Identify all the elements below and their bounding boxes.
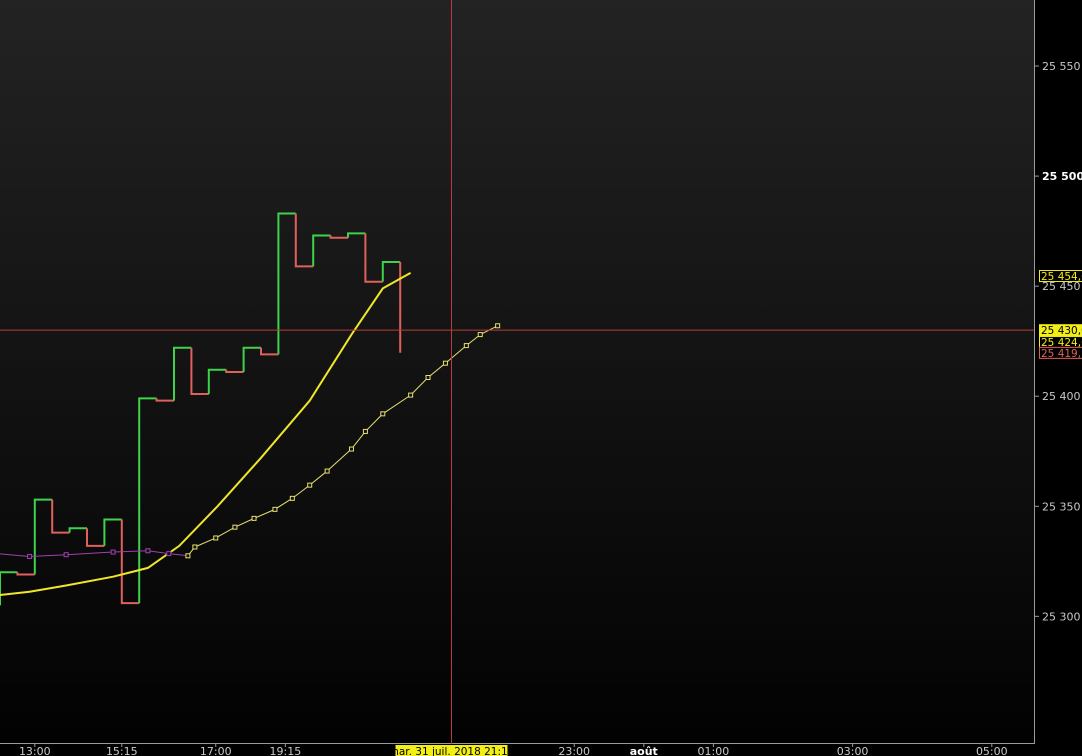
x-axis-background <box>0 744 1082 756</box>
ma-marker-point <box>362 428 368 434</box>
ma-marker-point <box>408 392 414 398</box>
x-tick-label: août <box>630 745 658 756</box>
price-label: 25 454,6 <box>1039 270 1082 283</box>
price-chart[interactable]: 25 30025 35025 40025 45025 50025 550 12:… <box>0 0 1082 756</box>
plot-background <box>0 0 1034 744</box>
price-label-text: 25 454,6 <box>1041 271 1082 283</box>
crosshair-date-label-text: mar. 31 juil. 2018 21:15 <box>389 746 515 756</box>
x-tick-label: 05:00 <box>976 745 1008 756</box>
price-label: 25 430,0 <box>1039 324 1082 337</box>
x-tick-label: 19:15 <box>270 745 302 756</box>
ma-marker-point <box>495 323 501 329</box>
ma-marker-point <box>192 544 198 550</box>
ma-marker-point <box>63 552 69 558</box>
ma-marker-point <box>232 524 238 530</box>
x-tick-label: 13:00 <box>19 745 51 756</box>
ma-marker-point <box>110 549 116 555</box>
y-axis-background <box>1034 0 1082 756</box>
ma-marker-point <box>166 551 172 557</box>
y-tick-label: 25 350 <box>1042 500 1081 513</box>
ma-marker-point <box>145 548 151 554</box>
x-tick-label: 01:00 <box>698 745 730 756</box>
ma-marker-point <box>27 553 33 559</box>
ma-marker-point <box>463 343 469 349</box>
crosshair-date-label: mar. 31 juil. 2018 21:15 <box>389 745 515 756</box>
price-label: 25 419,7 <box>1039 346 1082 360</box>
ma-marker-point <box>213 535 219 541</box>
ma-marker-point <box>324 468 330 474</box>
x-tick-label: 03:00 <box>837 745 869 756</box>
ma-marker-point <box>477 332 483 338</box>
y-tick-label: 25 500 <box>1042 170 1082 183</box>
ma-marker-point <box>289 495 295 501</box>
ma-marker-point <box>272 506 278 512</box>
ma-marker-point <box>442 360 448 366</box>
y-tick-label: 25 300 <box>1042 610 1081 623</box>
ma-marker-point <box>348 446 354 452</box>
x-tick-label: 15:15 <box>106 745 138 756</box>
ma-marker-point <box>307 482 313 488</box>
price-label-text: 25 419,7 <box>1041 348 1082 360</box>
ma-marker-point <box>251 515 257 521</box>
price-label-text: 25 430,0 <box>1041 325 1082 337</box>
y-tick-label: 25 400 <box>1042 390 1081 403</box>
ma-marker-point <box>185 553 191 559</box>
y-tick-label: 25 550 <box>1042 60 1081 73</box>
x-tick-label: 23:00 <box>558 745 590 756</box>
ma-marker-point <box>380 411 386 417</box>
ma-marker-point <box>425 375 431 381</box>
x-tick-label: 17:00 <box>200 745 232 756</box>
